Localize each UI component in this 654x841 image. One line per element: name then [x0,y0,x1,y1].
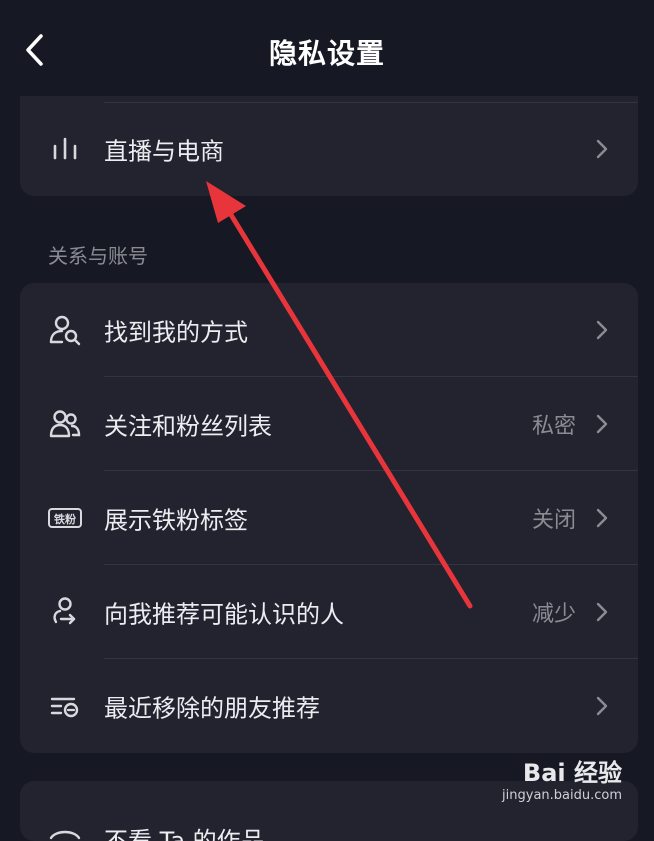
row-label: 不看 Ta 的作品 [104,827,265,841]
watermark-url: jingyan.baidu.com [502,788,622,803]
row-label: 找到我的方式 [104,318,248,347]
page-title: 隐私设置 [268,37,385,70]
row-value: 私密 [531,414,576,439]
chevron-right-icon [596,696,608,716]
row-label: 直播与电商 [104,137,224,166]
row-follow-list[interactable]: 关注和粉丝列表 私密 [20,377,638,471]
badge-text: 铁粉 [54,512,76,526]
row-label: 展示铁粉标签 [104,506,248,535]
watermark-logo: Bai 经验 [522,759,622,787]
settings-card-live: 直播与电商 [20,96,638,196]
section-title: 关系与账号 [48,244,148,268]
chevron-right-icon [596,414,608,434]
chevron-right-icon [596,320,608,340]
row-label: 关注和粉丝列表 [104,412,272,441]
person-recommend-icon [53,597,76,625]
row-find-me[interactable]: 找到我的方式 [20,283,638,377]
row-recommend-people[interactable]: 向我推荐可能认识的人 减少 [20,565,638,659]
list-remove-icon [50,697,79,718]
watermark: Bai 经验 jingyan.baidu.com [502,753,622,803]
people-icon [49,410,81,438]
bar-chart-icon [53,137,77,160]
row-label: 向我推荐可能认识的人 [104,600,344,629]
row-value: 减少 [531,602,576,627]
chevron-right-icon [596,139,608,159]
person-search-icon [49,315,81,346]
row-iron-fan-badge[interactable]: 铁粉 展示铁粉标签 关闭 [20,471,638,565]
row-value: 关闭 [531,508,576,533]
row-live-commerce[interactable]: 直播与电商 [20,102,638,196]
settings-card-relations: 找到我的方式 关注和粉丝列表 私密 铁粉 展示铁粉标签 关闭 向我推荐可能认识的… [20,283,638,753]
row-label: 最近移除的朋友推荐 [104,694,320,723]
eye-off-icon [49,830,81,840]
iron-fan-badge-icon: 铁粉 [48,508,82,528]
chevron-right-icon [596,508,608,528]
header: 隐私设置 [0,0,654,100]
chevron-right-icon [596,602,608,622]
row-removed-friend-recommendations[interactable]: 最近移除的朋友推荐 [20,659,638,753]
